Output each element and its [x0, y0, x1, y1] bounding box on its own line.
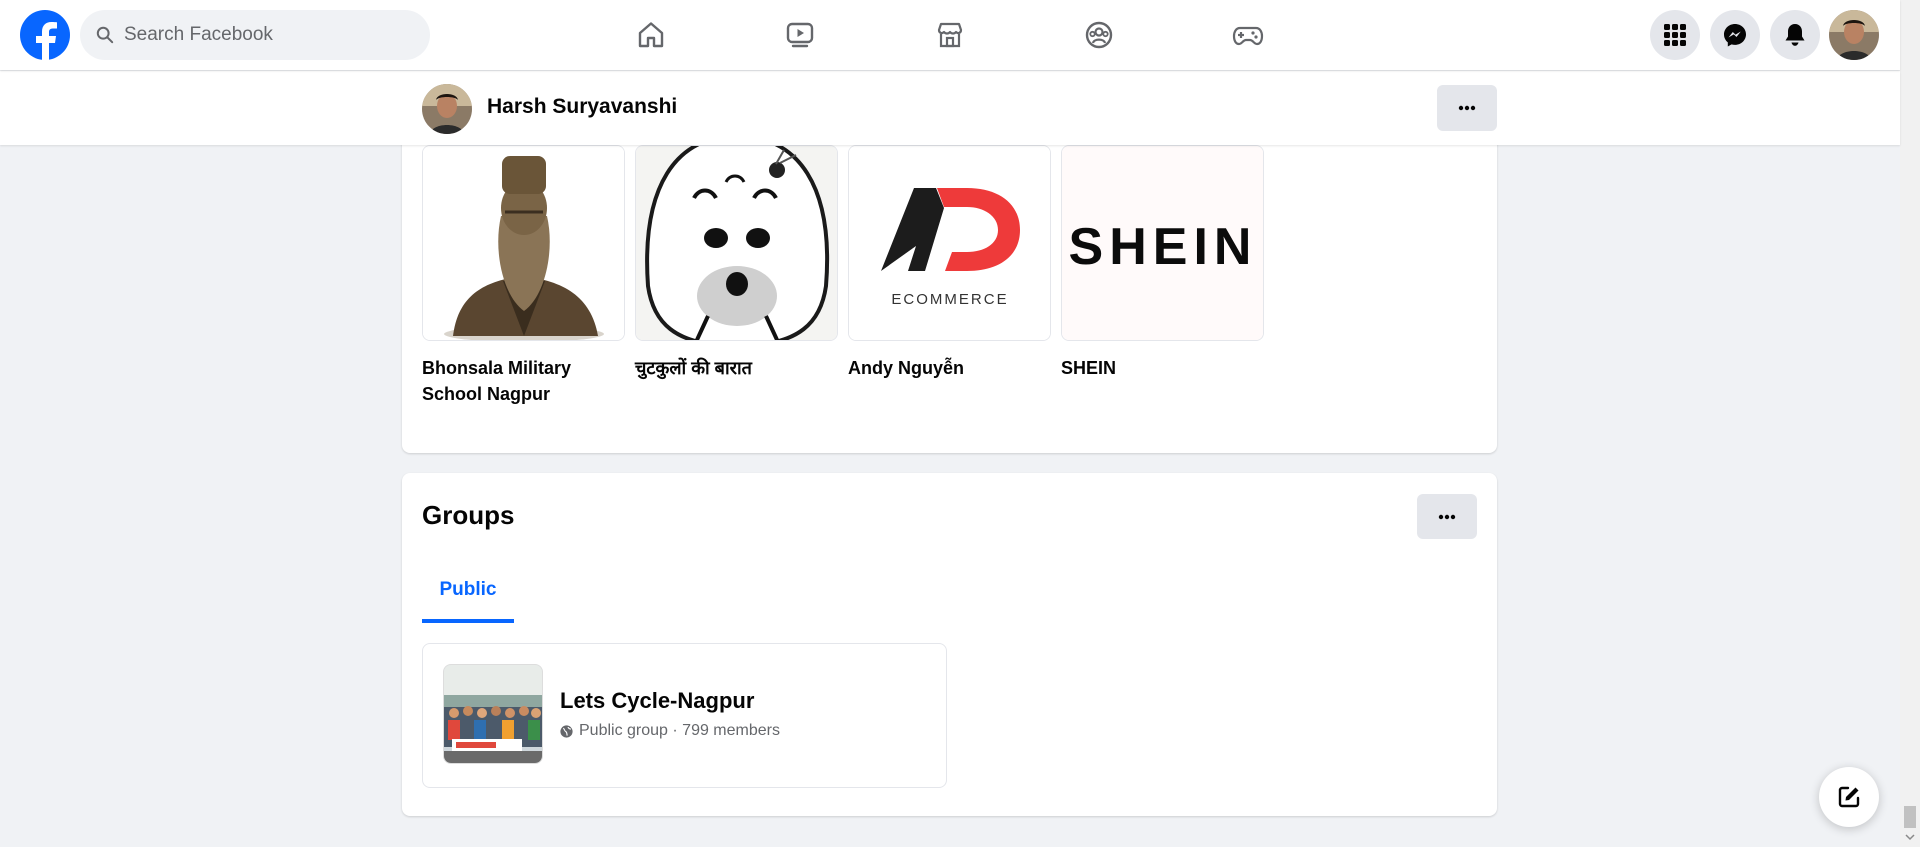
bust-statue-image-icon [423, 146, 624, 340]
globe-icon [560, 724, 573, 738]
more-dots-icon [1438, 514, 1456, 519]
menu-button[interactable] [1650, 10, 1700, 60]
search-bar[interactable] [80, 10, 430, 60]
notifications-button[interactable] [1770, 10, 1820, 60]
page-scrollbar[interactable] [1900, 0, 1920, 847]
shein-logo-icon: SHEIN [1062, 146, 1263, 340]
bell-icon [1785, 24, 1805, 46]
groups-more-button[interactable] [1417, 494, 1477, 539]
like-name[interactable]: SHEIN [1061, 355, 1264, 381]
like-thumbnail[interactable] [635, 145, 838, 341]
messenger-button[interactable] [1710, 10, 1760, 60]
like-name[interactable]: चुटकुलों की बारात [635, 355, 838, 381]
like-name[interactable]: Andy Nguyễn [848, 355, 1051, 381]
like-thumbnail[interactable] [422, 145, 625, 341]
like-thumbnail[interactable]: SHEIN [1061, 145, 1264, 341]
groups-icon [1085, 21, 1113, 49]
ad-logo-subtext: ECOMMERCE [891, 291, 1008, 308]
menu-grid-icon [1664, 24, 1686, 46]
compose-edit-icon [1838, 786, 1860, 808]
like-item[interactable]: Bhonsala Military School Nagpur [422, 145, 625, 407]
marketplace-icon [937, 22, 963, 48]
group-thumbnail[interactable] [443, 664, 543, 764]
home-icon [638, 22, 664, 48]
search-icon [96, 26, 114, 44]
cartoon-face-image-icon [636, 146, 837, 340]
profile-name[interactable]: Harsh Suryavanshi [487, 95, 677, 119]
group-meta-text: Public group · 799 members [579, 722, 780, 739]
tab-public[interactable]: Public [422, 561, 514, 623]
profile-header-bar: Harsh Suryavanshi [0, 71, 1900, 145]
likes-card: Bhonsala Military School Nagpur चुटकुलों… [402, 100, 1497, 453]
like-thumbnail[interactable]: ECOMMERCE [848, 145, 1051, 341]
ad-ecommerce-logo-icon: ECOMMERCE [849, 146, 1050, 340]
nav-home[interactable] [601, 10, 701, 60]
group-photo-icon [444, 665, 542, 763]
top-navigation-bar [0, 0, 1900, 70]
video-icon [786, 22, 814, 48]
like-item[interactable]: SHEIN SHEIN [1061, 145, 1264, 381]
groups-card: Groups Public Lets Cycle-Nagpur Public g… [402, 473, 1497, 816]
like-name[interactable]: Bhonsala Military School Nagpur [422, 355, 625, 407]
nav-video[interactable] [750, 10, 850, 60]
search-input[interactable] [124, 24, 404, 46]
nav-marketplace[interactable] [900, 10, 1000, 60]
avatar-photo-icon [422, 84, 472, 134]
new-message-button[interactable] [1819, 767, 1879, 827]
like-item[interactable]: चुटकुलों की बारात [635, 145, 838, 381]
more-dots-icon [1458, 105, 1476, 111]
group-meta: Public group · 799 members [560, 722, 780, 740]
scrollbar-thumb[interactable] [1904, 806, 1916, 828]
nav-gaming[interactable] [1198, 10, 1298, 60]
messenger-icon [1724, 24, 1746, 47]
scroll-down-arrow-icon[interactable] [1904, 832, 1916, 842]
group-list-item[interactable]: Lets Cycle-Nagpur Public group · 799 mem… [422, 643, 947, 788]
profile-more-button[interactable] [1437, 85, 1497, 131]
nav-groups[interactable] [1049, 10, 1149, 60]
account-avatar[interactable] [1829, 10, 1879, 60]
avatar-photo-icon [1829, 10, 1879, 60]
groups-section-title[interactable]: Groups [422, 500, 514, 531]
facebook-logo-icon[interactable] [20, 10, 70, 60]
group-name[interactable]: Lets Cycle-Nagpur [560, 688, 754, 714]
profile-avatar[interactable] [422, 84, 472, 134]
like-item[interactable]: ECOMMERCE Andy Nguyễn [848, 145, 1051, 381]
shein-logo-text: SHEIN [1069, 218, 1258, 276]
gaming-icon [1232, 26, 1264, 46]
